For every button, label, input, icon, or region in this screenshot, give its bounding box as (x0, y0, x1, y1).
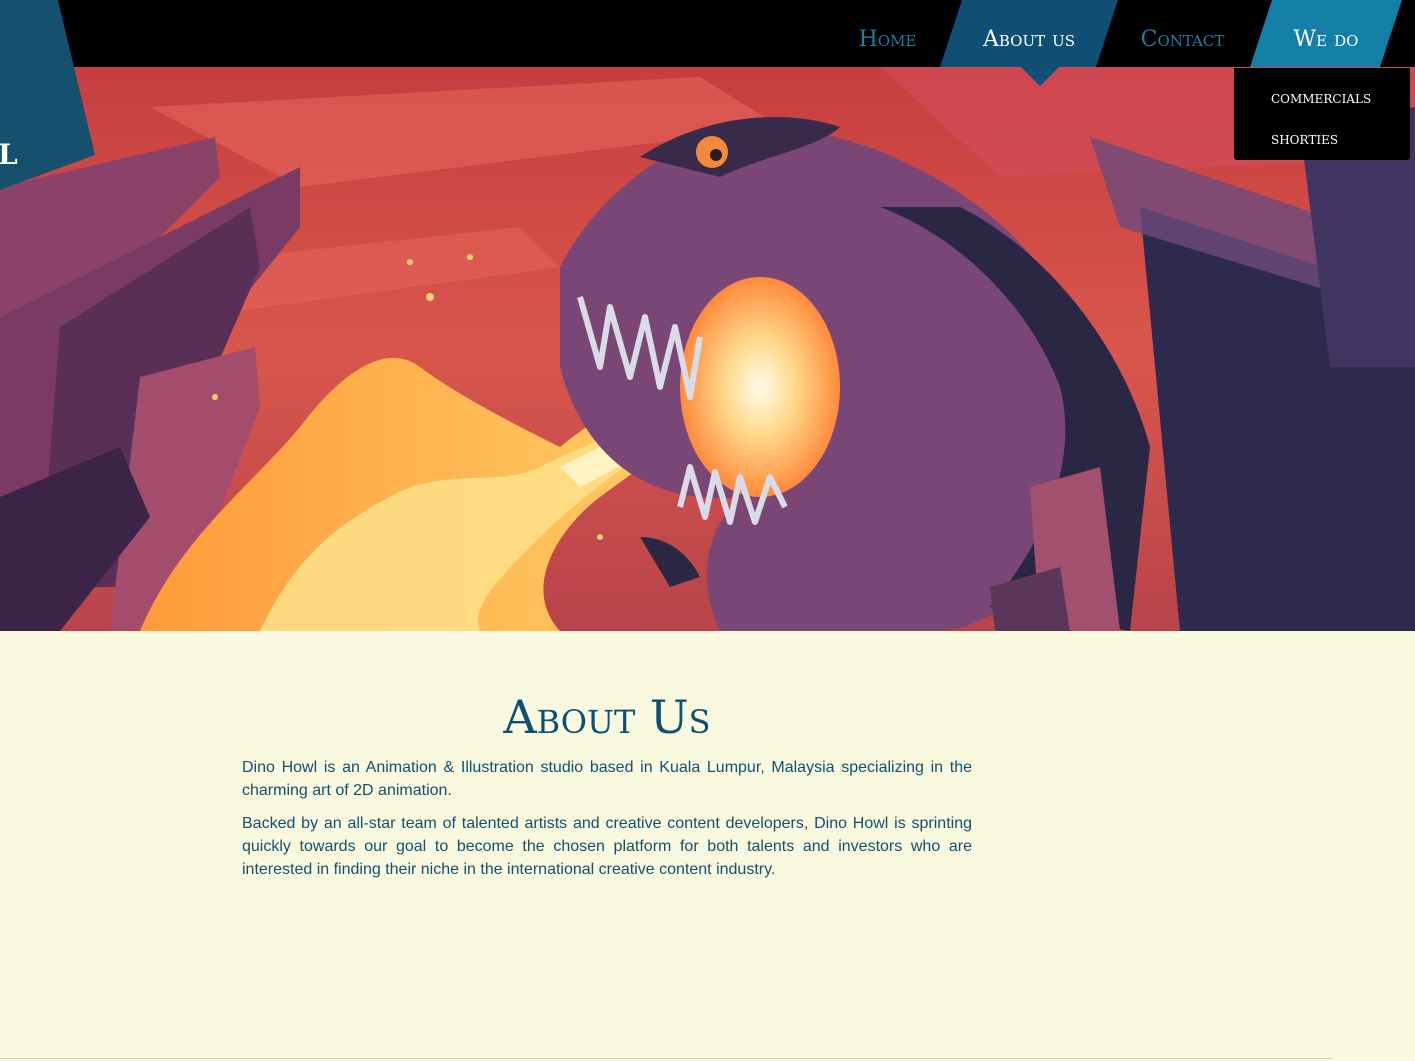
nav-home[interactable]: Home (830, 0, 945, 67)
dropdown-item-commercials[interactable]: commercials (1234, 88, 1371, 108)
footer-divider (0, 1058, 1332, 1059)
we-do-dropdown-menu: commercials shorties (1234, 68, 1410, 160)
nav-we-do[interactable]: We do (1250, 0, 1402, 67)
nav-contact[interactable]: Contact (1115, 0, 1250, 67)
nav-about-us[interactable]: About us (940, 0, 1118, 67)
logo-letter: L (0, 138, 18, 171)
active-nav-indicator (1020, 66, 1060, 86)
about-paragraph: Dino Howl is an Animation & Illustration… (242, 759, 972, 799)
about-paragraph: Backed by an all-star team of talented a… (242, 815, 972, 878)
about-us-heading: About Us (503, 690, 711, 744)
dropdown-item-shorties[interactable]: shorties (1234, 129, 1338, 149)
about-us-text: Dino Howl is an Animation & Illustration… (242, 756, 972, 891)
hero-banner-image (0, 67, 1415, 631)
